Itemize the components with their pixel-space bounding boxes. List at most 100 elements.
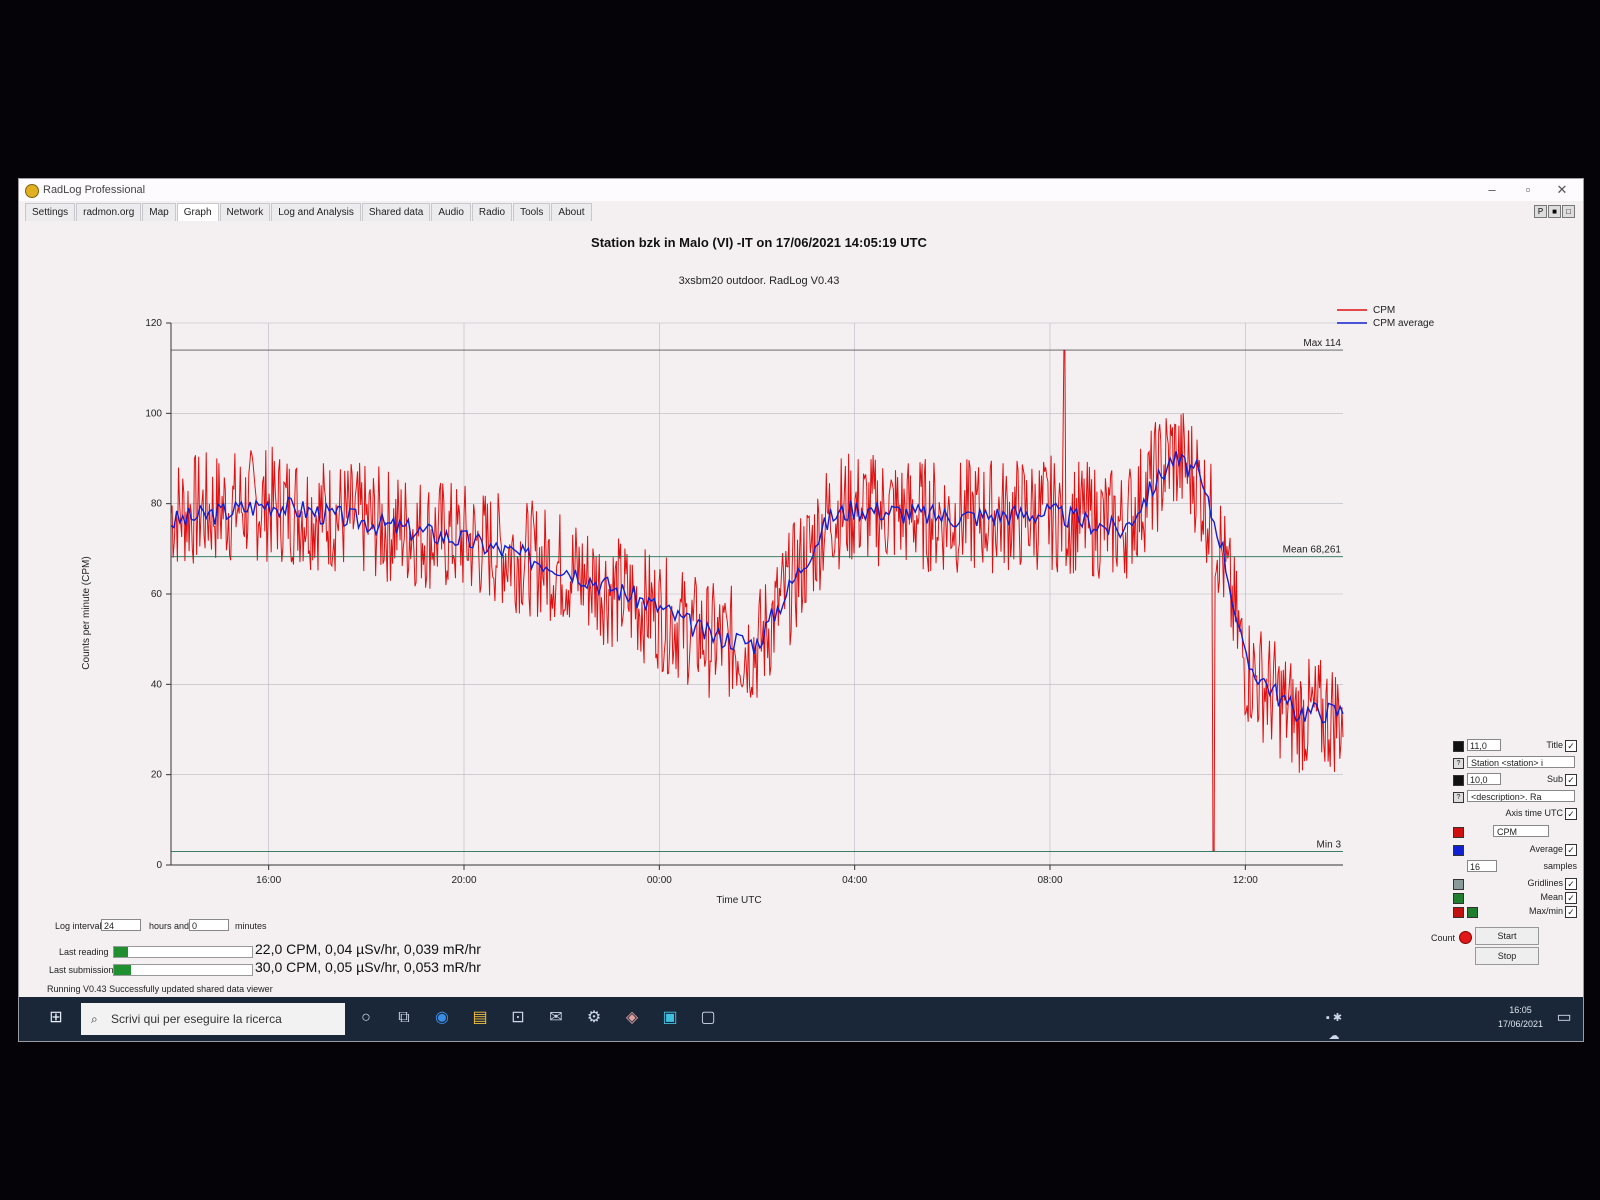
axes: 0 20 40 60 80 100 120 16:00 20:00 00:00 04:00 08:00…	[145, 318, 1343, 886]
mean-color-swatch[interactable]	[1453, 893, 1464, 904]
taskbar-clock[interactable]: 16:05 17/06/2021	[1498, 1003, 1543, 1031]
tab-about[interactable]: About	[551, 203, 592, 221]
series-select[interactable]: CPM	[1493, 825, 1549, 837]
maxmin-label: Max/min	[1528, 906, 1563, 916]
minutes-label: minutes	[235, 921, 267, 931]
tab-radmon[interactable]: radmon.org	[76, 203, 142, 221]
radiation-icon	[25, 184, 39, 198]
min-color-swatch[interactable]	[1467, 907, 1478, 918]
x-tick-label: 00:00	[647, 875, 672, 886]
x-tick-label: 16:00	[256, 875, 281, 886]
status-state: Running	[47, 984, 81, 994]
axis-time-label: Axis time UTC	[1505, 808, 1563, 818]
mean-label: Mean	[1540, 892, 1563, 902]
x-tick-label: 08:00	[1037, 875, 1062, 886]
tab-log-analysis[interactable]: Log and Analysis	[271, 203, 361, 221]
log-interval-label: Log interval	[55, 921, 102, 931]
mean-line-label: Mean 68,261	[1283, 545, 1342, 556]
log-hours-spinner[interactable]: 24	[101, 919, 141, 931]
tab-tools[interactable]: Tools	[513, 203, 551, 221]
taskbar-search[interactable]: ⌕ Scrivi qui per eseguire la ricerca	[81, 1003, 345, 1035]
x-tick-label: 20:00	[451, 875, 476, 886]
last-reading-label: Last reading	[59, 947, 109, 957]
window-taskbar-icon[interactable]: ▢	[699, 1009, 717, 1027]
start-button[interactable]: Start	[1475, 927, 1539, 945]
tray-icons[interactable]: ▪ ✱ ☁ ⚐ ▭ ♪	[1325, 1009, 1343, 1041]
max-color-swatch[interactable]	[1453, 907, 1464, 918]
min-line-label: Min 3	[1317, 839, 1342, 850]
title-size-spinner[interactable]: 11,0	[1467, 739, 1501, 751]
samples-spinner[interactable]: 16	[1467, 860, 1497, 872]
cpm-color-swatch[interactable]	[1453, 827, 1464, 838]
axis-time-utc-checkbox[interactable]: ✓	[1565, 808, 1577, 820]
print-icon[interactable]: P	[1534, 205, 1547, 218]
sub-label: Sub	[1546, 774, 1563, 784]
tab-audio[interactable]: Audio	[431, 203, 471, 221]
chart-subtitle: 3xsbm20 outdoor. RadLog V0.43	[679, 275, 840, 287]
app-taskbar-icon[interactable]: ▣	[661, 1009, 679, 1027]
title-checkbox[interactable]: ✓	[1565, 740, 1577, 752]
x-tick-label: 12:00	[1233, 875, 1258, 886]
windows-start-icon[interactable]: ⊞	[47, 1009, 65, 1027]
log-minutes-spinner[interactable]: 0	[189, 919, 229, 931]
tab-radio[interactable]: Radio	[471, 203, 513, 221]
status-message: Successfully updated shared data viewer	[109, 984, 273, 994]
copy-icon[interactable]: ■	[1548, 205, 1561, 218]
sub-template-input[interactable]: <description>. Ra	[1467, 790, 1575, 802]
max-line-label: Max 114	[1303, 338, 1341, 349]
sub-color-swatch[interactable]	[1453, 775, 1464, 786]
y-axis-label: Counts per minute (CPM)	[81, 556, 92, 669]
average-label: Average	[1529, 844, 1563, 854]
average-color-swatch[interactable]	[1453, 845, 1464, 856]
gridlines	[171, 322, 1343, 866]
legend-cpm-label: CPM	[1373, 305, 1395, 316]
tab-bar: Settings radmon.org Map Graph Network Lo…	[25, 203, 593, 221]
tab-graph[interactable]: Graph	[176, 203, 219, 221]
minimize-icon[interactable]: –	[1477, 181, 1507, 199]
search-placeholder: Scrivi qui per eseguire la ricerca	[111, 1012, 282, 1026]
y-tick-label: 20	[151, 770, 163, 781]
last-submission-bar	[113, 964, 253, 976]
clock-time: 16:05	[1509, 1005, 1532, 1015]
last-reading-value: 22,0 CPM, 0,04 µSv/hr, 0,039 mR/hr	[255, 941, 481, 957]
title-color-swatch[interactable]	[1453, 741, 1464, 752]
gridlines-checkbox[interactable]: ✓	[1565, 878, 1577, 890]
gridlines-color-swatch[interactable]	[1453, 879, 1464, 890]
tab-map[interactable]: Map	[142, 203, 176, 221]
help-icon[interactable]: ?	[1453, 792, 1464, 803]
sub-checkbox[interactable]: ✓	[1565, 774, 1577, 786]
last-submission-label: Last submission	[49, 965, 114, 975]
y-tick-label: 120	[145, 318, 162, 329]
y-tick-label: 100	[145, 408, 162, 419]
task-view-icon[interactable]: ⧉	[395, 1009, 413, 1027]
tab-shared-data[interactable]: Shared data	[361, 203, 431, 221]
sub-size-spinner[interactable]: 10,0	[1467, 773, 1501, 785]
y-tick-label: 40	[151, 679, 163, 690]
save-icon[interactable]: □	[1562, 205, 1575, 218]
stop-button[interactable]: Stop	[1475, 947, 1539, 965]
cortana-icon[interactable]: ○	[357, 1009, 375, 1027]
y-tick-label: 0	[156, 860, 162, 871]
help-icon[interactable]: ?	[1453, 758, 1464, 769]
title-template-input[interactable]: Station <station> i	[1467, 756, 1575, 768]
edge-icon[interactable]: ◉	[433, 1009, 451, 1027]
mean-checkbox[interactable]: ✓	[1565, 892, 1577, 904]
close-icon[interactable]: ✕	[1547, 181, 1577, 199]
gridlines-label: Gridlines	[1527, 878, 1563, 888]
store-icon[interactable]: ⊡	[509, 1009, 527, 1027]
notification-icon[interactable]: ▭	[1555, 1009, 1573, 1027]
mail-icon[interactable]: ✉	[547, 1009, 565, 1027]
y-tick-label: 60	[151, 589, 163, 600]
settings-gear-icon[interactable]: ⚙	[585, 1009, 603, 1027]
tab-network[interactable]: Network	[219, 203, 271, 221]
count-label: Count	[1431, 933, 1456, 943]
legend-average-label: CPM average	[1373, 318, 1435, 329]
maximize-icon[interactable]: ▫	[1513, 181, 1543, 199]
maxmin-checkbox[interactable]: ✓	[1565, 906, 1577, 918]
x-tick-label: 04:00	[842, 875, 867, 886]
hours-label: hours and	[149, 921, 190, 931]
average-checkbox[interactable]: ✓	[1565, 844, 1577, 856]
radlog-taskbar-icon[interactable]: ◈	[623, 1009, 641, 1027]
tab-settings[interactable]: Settings	[25, 203, 76, 221]
file-explorer-icon[interactable]: ▤	[471, 1009, 489, 1027]
